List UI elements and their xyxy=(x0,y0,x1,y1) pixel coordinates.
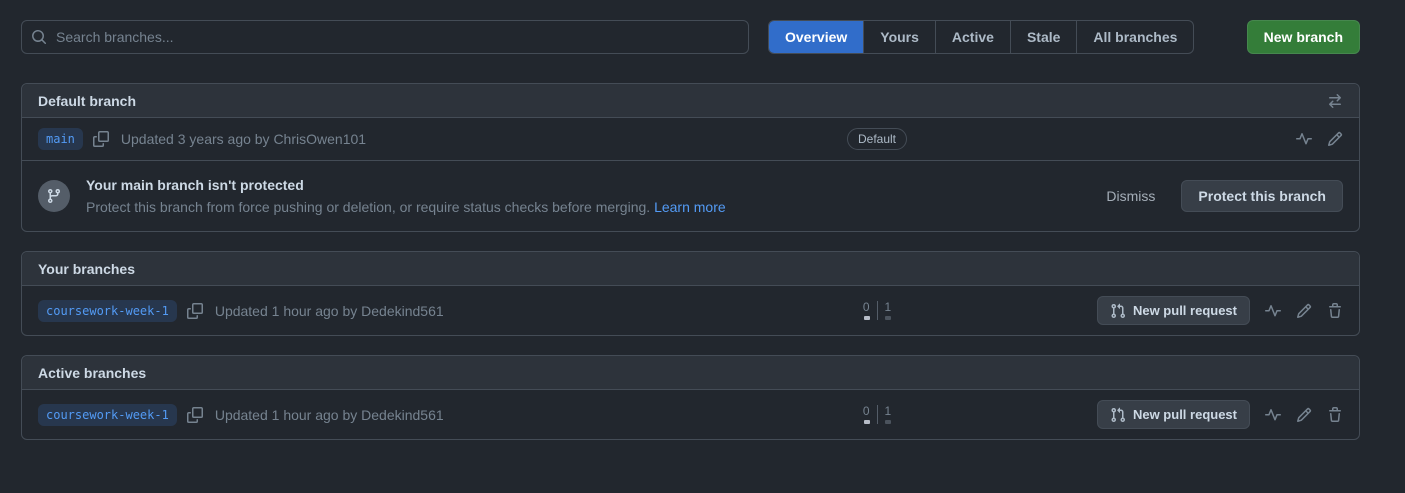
learn-more-link[interactable]: Learn more xyxy=(654,199,726,215)
active-branch-actions: New pull request xyxy=(1097,400,1343,429)
default-badge: Default xyxy=(847,128,907,150)
branches-toolbar: Overview Yours Active Stale All branches… xyxy=(21,20,1360,54)
new-pull-request-button[interactable]: New pull request xyxy=(1097,296,1250,325)
new-pull-request-label: New pull request xyxy=(1133,407,1237,422)
branch-name-link[interactable]: coursework-week-1 xyxy=(38,300,177,322)
active-branches-panel: Active branches coursework-week-1 Update… xyxy=(21,355,1360,440)
tab-all-branches[interactable]: All branches xyxy=(1076,21,1193,53)
branch-updated-text: Updated 3 years ago by ChrisOwen101 xyxy=(121,131,366,147)
default-badge-slot: Default xyxy=(822,128,932,150)
tab-yours[interactable]: Yours xyxy=(863,21,935,53)
branches-page: Overview Yours Active Stale All branches… xyxy=(21,20,1360,440)
ahead-behind-slot: 0 1 xyxy=(822,405,932,424)
activity-icon[interactable] xyxy=(1265,407,1281,423)
ahead-bar xyxy=(885,420,891,424)
your-branch-actions: New pull request xyxy=(1097,296,1343,325)
ahead-count: 1 xyxy=(885,301,892,313)
active-branch-row: coursework-week-1 Updated 1 hour ago by … xyxy=(22,390,1359,439)
active-branches-title: Active branches xyxy=(38,365,146,381)
delete-branch-trash-icon[interactable] xyxy=(1327,407,1343,423)
copy-branch-name-icon[interactable] xyxy=(187,407,203,423)
default-branch-header: Default branch xyxy=(22,84,1359,118)
your-branches-panel: Your branches coursework-week-1 Updated … xyxy=(21,251,1360,336)
ahead-behind-slot: 0 1 xyxy=(822,301,932,320)
git-branch-icon xyxy=(38,180,70,212)
behind-bar xyxy=(864,420,870,424)
branch-filter-tabs: Overview Yours Active Stale All branches xyxy=(768,20,1194,54)
copy-branch-name-icon[interactable] xyxy=(187,303,203,319)
branch-name-link[interactable]: coursework-week-1 xyxy=(38,404,177,426)
notice-description: Protect this branch from force pushing o… xyxy=(86,199,726,215)
notice-actions: Dismiss Protect this branch xyxy=(1100,180,1343,212)
active-branches-header: Active branches xyxy=(22,356,1359,390)
search-branches-wrap xyxy=(21,20,749,54)
rename-branch-pencil-icon[interactable] xyxy=(1327,131,1343,147)
tab-stale[interactable]: Stale xyxy=(1010,21,1076,53)
your-branch-row: coursework-week-1 Updated 1 hour ago by … xyxy=(22,286,1359,335)
branch-updated-text: Updated 1 hour ago by Dedekind561 xyxy=(215,303,444,319)
ahead-count: 1 xyxy=(885,405,892,417)
notice-body: Your main branch isn't protected Protect… xyxy=(86,177,726,215)
notice-description-text: Protect this branch from force pushing o… xyxy=(86,199,650,215)
behind-count: 0 xyxy=(863,405,870,417)
new-pull-request-button[interactable]: New pull request xyxy=(1097,400,1250,429)
protect-this-branch-button[interactable]: Protect this branch xyxy=(1181,180,1343,212)
default-branch-title: Default branch xyxy=(38,93,136,109)
ahead-behind-counter[interactable]: 0 1 xyxy=(863,301,891,320)
arrow-switch-icon[interactable] xyxy=(1327,93,1343,109)
copy-branch-name-icon[interactable] xyxy=(93,131,109,147)
behind-count: 0 xyxy=(863,301,870,313)
rename-branch-pencil-icon[interactable] xyxy=(1296,407,1312,423)
rename-branch-pencil-icon[interactable] xyxy=(1296,303,1312,319)
dismiss-button[interactable]: Dismiss xyxy=(1100,187,1161,205)
new-pull-request-label: New pull request xyxy=(1133,303,1237,318)
ahead-bar xyxy=(885,316,891,320)
new-branch-button[interactable]: New branch xyxy=(1247,20,1360,54)
default-branch-actions xyxy=(1296,131,1343,147)
git-pull-request-icon xyxy=(1110,407,1126,423)
delete-branch-trash-icon[interactable] xyxy=(1327,303,1343,319)
ahead-behind-counter[interactable]: 0 1 xyxy=(863,405,891,424)
branch-updated-text: Updated 1 hour ago by Dedekind561 xyxy=(215,407,444,423)
notice-title: Your main branch isn't protected xyxy=(86,177,726,193)
search-branches-input[interactable] xyxy=(21,20,749,54)
your-branches-header: Your branches xyxy=(22,252,1359,286)
default-branch-panel: Default branch main Updated 3 years ago … xyxy=(21,83,1360,232)
your-branches-title: Your branches xyxy=(38,261,135,277)
branch-name-link[interactable]: main xyxy=(38,128,83,150)
activity-icon[interactable] xyxy=(1296,131,1312,147)
branch-protection-notice: Your main branch isn't protected Protect… xyxy=(22,160,1359,231)
default-branch-row: main Updated 3 years ago by ChrisOwen101… xyxy=(22,118,1359,160)
tab-overview[interactable]: Overview xyxy=(769,21,863,53)
behind-bar xyxy=(864,316,870,320)
git-pull-request-icon xyxy=(1110,303,1126,319)
tab-active[interactable]: Active xyxy=(935,21,1010,53)
activity-icon[interactable] xyxy=(1265,303,1281,319)
